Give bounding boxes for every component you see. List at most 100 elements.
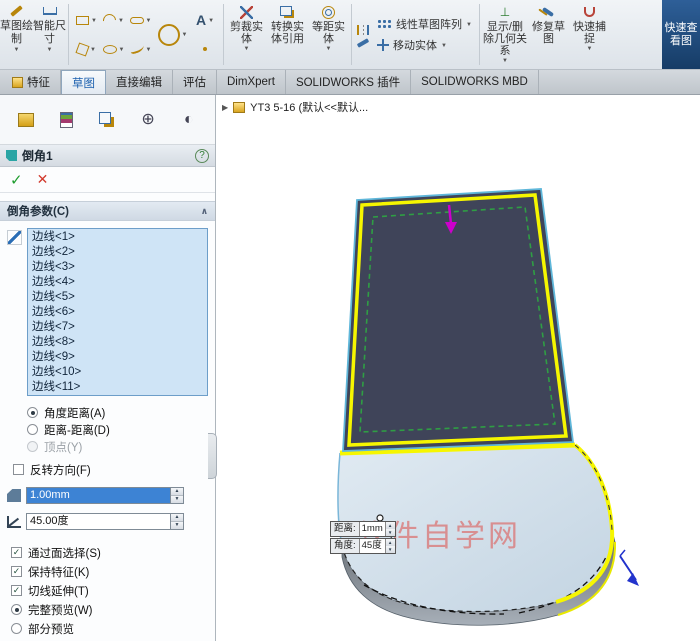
tab-sketch[interactable]: 草图 [61, 70, 106, 94]
dropdown-icon[interactable]: ▼ [91, 18, 97, 24]
ellipse-tool-button[interactable]: ▼ [101, 36, 126, 63]
ok-button[interactable]: ✓ [10, 171, 23, 189]
callout-distance-input[interactable]: 1mm [359, 522, 386, 536]
ribbon-separator [479, 4, 480, 65]
dropdown-icon[interactable]: ▼ [90, 47, 96, 53]
edge-list-item[interactable]: 边线<1> [28, 230, 207, 245]
help-icon[interactable]: ? [195, 149, 209, 163]
dropdown-icon[interactable]: ▼ [208, 18, 214, 24]
edge-list-item[interactable]: 边线<6> [28, 305, 207, 320]
spinner-down-icon[interactable]: ▼ [386, 546, 395, 553]
spinner-down-icon[interactable]: ▼ [386, 529, 395, 536]
spinner-up-icon[interactable]: ▲ [171, 514, 183, 522]
angle-input[interactable]: 45.00度 ▲ ▼ [26, 513, 184, 530]
rectangle-tool-button[interactable]: ▼ [74, 7, 99, 34]
feature-title: 倒角1 [22, 147, 190, 164]
dropdown-icon[interactable]: ▼ [119, 47, 125, 53]
offset-entities-button[interactable]: 等距实体 ▼ [308, 0, 349, 69]
mirror-entities-button[interactable] [357, 25, 369, 35]
edge-list-item[interactable]: 边线<7> [28, 320, 207, 335]
display-manager-tab[interactable]: ◐ [173, 104, 205, 136]
feature-manager-tab[interactable] [10, 104, 42, 136]
partial-preview-radio[interactable]: 部分预览 [11, 619, 208, 638]
linear-pattern-button[interactable]: 线性草图阵列 ▼ [377, 16, 472, 32]
point-tool-button[interactable] [192, 36, 218, 63]
callout-angle-input[interactable]: 45度 [359, 539, 386, 553]
tab-label: 特征 [27, 74, 50, 90]
convert-entities-button[interactable]: 转换实体引用 [267, 0, 308, 69]
angle-spinner[interactable]: ▲ ▼ [170, 514, 183, 529]
sketch-button[interactable]: 草图绘制 ▼ [0, 0, 33, 69]
checkbox-icon [13, 464, 24, 475]
circle-tool-button[interactable]: ▼ [155, 7, 190, 63]
dropdown-icon[interactable]: ▼ [182, 32, 188, 38]
edge-list-item[interactable]: 边线<5> [28, 290, 207, 305]
text-tool-button[interactable]: A▼ [192, 7, 218, 34]
repair-sketch-button[interactable]: 修复草图 [528, 0, 569, 69]
smart-dimension-button[interactable]: 智能尺寸 ▼ [33, 0, 66, 69]
spinner-down-icon[interactable]: ▼ [171, 496, 183, 503]
panel-splitter-handle[interactable] [208, 433, 217, 479]
arc-tool-button[interactable]: ▼ [101, 7, 126, 34]
tab-evaluate[interactable]: 评估 [173, 70, 217, 94]
configuration-manager-icon [99, 112, 111, 124]
polygon-tool-button[interactable]: ▼ [74, 36, 99, 63]
feature-tree-icon [18, 113, 34, 127]
keep-features-checkbox[interactable]: ✓ 保持特征(K) [11, 562, 208, 581]
full-preview-radio[interactable]: 完整预览(W) [11, 600, 208, 619]
tab-direct-editing[interactable]: 直接编辑 [106, 70, 173, 94]
spinner-up-icon[interactable]: ▲ [386, 539, 395, 546]
graphics-area[interactable]: ▶ YT3 5-16 (默认<<默认... [216, 95, 700, 641]
stretch-entities-button[interactable] [357, 41, 369, 45]
angle-value[interactable]: 45.00度 [27, 514, 170, 529]
slot-tool-button[interactable]: ▼ [128, 7, 153, 34]
spline-icon [129, 43, 145, 54]
edge-list-item[interactable]: 边线<9> [28, 350, 207, 365]
configuration-manager-tab[interactable] [91, 104, 123, 136]
quick-snaps-button[interactable]: 快速捕捉 ▼ [569, 0, 610, 69]
distance-input[interactable]: 1.00mm ▲ ▼ [26, 487, 184, 504]
edge-list-item[interactable]: 边线<11> [28, 380, 207, 395]
edge-list-item[interactable]: 边线<4> [28, 275, 207, 290]
linear-pattern-label: 线性草图阵列 [396, 16, 462, 32]
edge-list-item[interactable]: 边线<3> [28, 260, 207, 275]
radio-angle-distance[interactable]: 角度距离(A) [27, 404, 208, 421]
dropdown-icon[interactable]: ▼ [146, 47, 152, 53]
flip-direction-checkbox[interactable]: 反转方向(F) [13, 461, 208, 478]
spinner-up-icon[interactable]: ▲ [386, 522, 395, 529]
edge-list-item[interactable]: 边线<10> [28, 365, 207, 380]
mirror-entities-icon [357, 25, 369, 35]
dropdown-icon[interactable]: ▼ [466, 22, 472, 28]
tab-solidworks-addins[interactable]: SOLIDWORKS 插件 [286, 70, 411, 94]
model-viewport[interactable] [216, 95, 700, 641]
dropdown-icon[interactable]: ▼ [146, 18, 152, 24]
move-entities-button[interactable]: 移动实体 ▼ [377, 37, 472, 53]
distance-value[interactable]: 1.00mm [27, 488, 170, 503]
select-through-faces-checkbox[interactable]: ✓ 通过面选择(S) [11, 543, 208, 562]
spinner-up-icon[interactable]: ▲ [171, 488, 183, 496]
trim-entities-button[interactable]: 剪裁实体 ▼ [226, 0, 267, 69]
spline-tool-button[interactable]: ▼ [128, 36, 153, 63]
dropdown-icon[interactable]: ▼ [118, 18, 124, 24]
tab-solidworks-mbd[interactable]: SOLIDWORKS MBD [411, 70, 539, 94]
callout-distance-spinner[interactable]: ▲ ▼ [386, 522, 395, 536]
feature-tree-root[interactable]: YT3 5-16 (默认<<默认... [250, 99, 368, 115]
chamfer-parameters-header[interactable]: 倒角参数(C) ∧ [0, 201, 215, 221]
dropdown-icon[interactable]: ▼ [441, 43, 447, 49]
tab-dimxpert[interactable]: DimXpert [217, 70, 286, 94]
radio-distance-distance[interactable]: 距离-距离(D) [27, 421, 208, 438]
edge-list-item[interactable]: 边线<8> [28, 335, 207, 350]
edge-list-item[interactable]: 边线<2> [28, 245, 207, 260]
spinner-down-icon[interactable]: ▼ [171, 522, 183, 529]
edge-selection-list[interactable]: 边线<1>边线<2>边线<3>边线<4>边线<5>边线<6>边线<7>边线<8>… [27, 228, 208, 396]
display-delete-relations-button[interactable]: ⊥ 显示/删除几何关系 ▼ [482, 0, 528, 69]
dimxpert-manager-tab[interactable]: ⊕ [132, 104, 164, 136]
cancel-button[interactable]: ✕ [37, 171, 49, 188]
property-manager-tab[interactable] [51, 104, 83, 136]
distance-spinner[interactable]: ▲ ▼ [170, 488, 183, 503]
callout-angle-spinner[interactable]: ▲ ▼ [386, 539, 395, 553]
tangent-propagation-checkbox[interactable]: ✓ 切线延伸(T) [11, 581, 208, 600]
tree-expand-icon[interactable]: ▶ [222, 103, 228, 112]
quick-view-button[interactable]: 快速查看图 [662, 0, 700, 69]
tab-features[interactable]: 特征 [2, 70, 61, 94]
